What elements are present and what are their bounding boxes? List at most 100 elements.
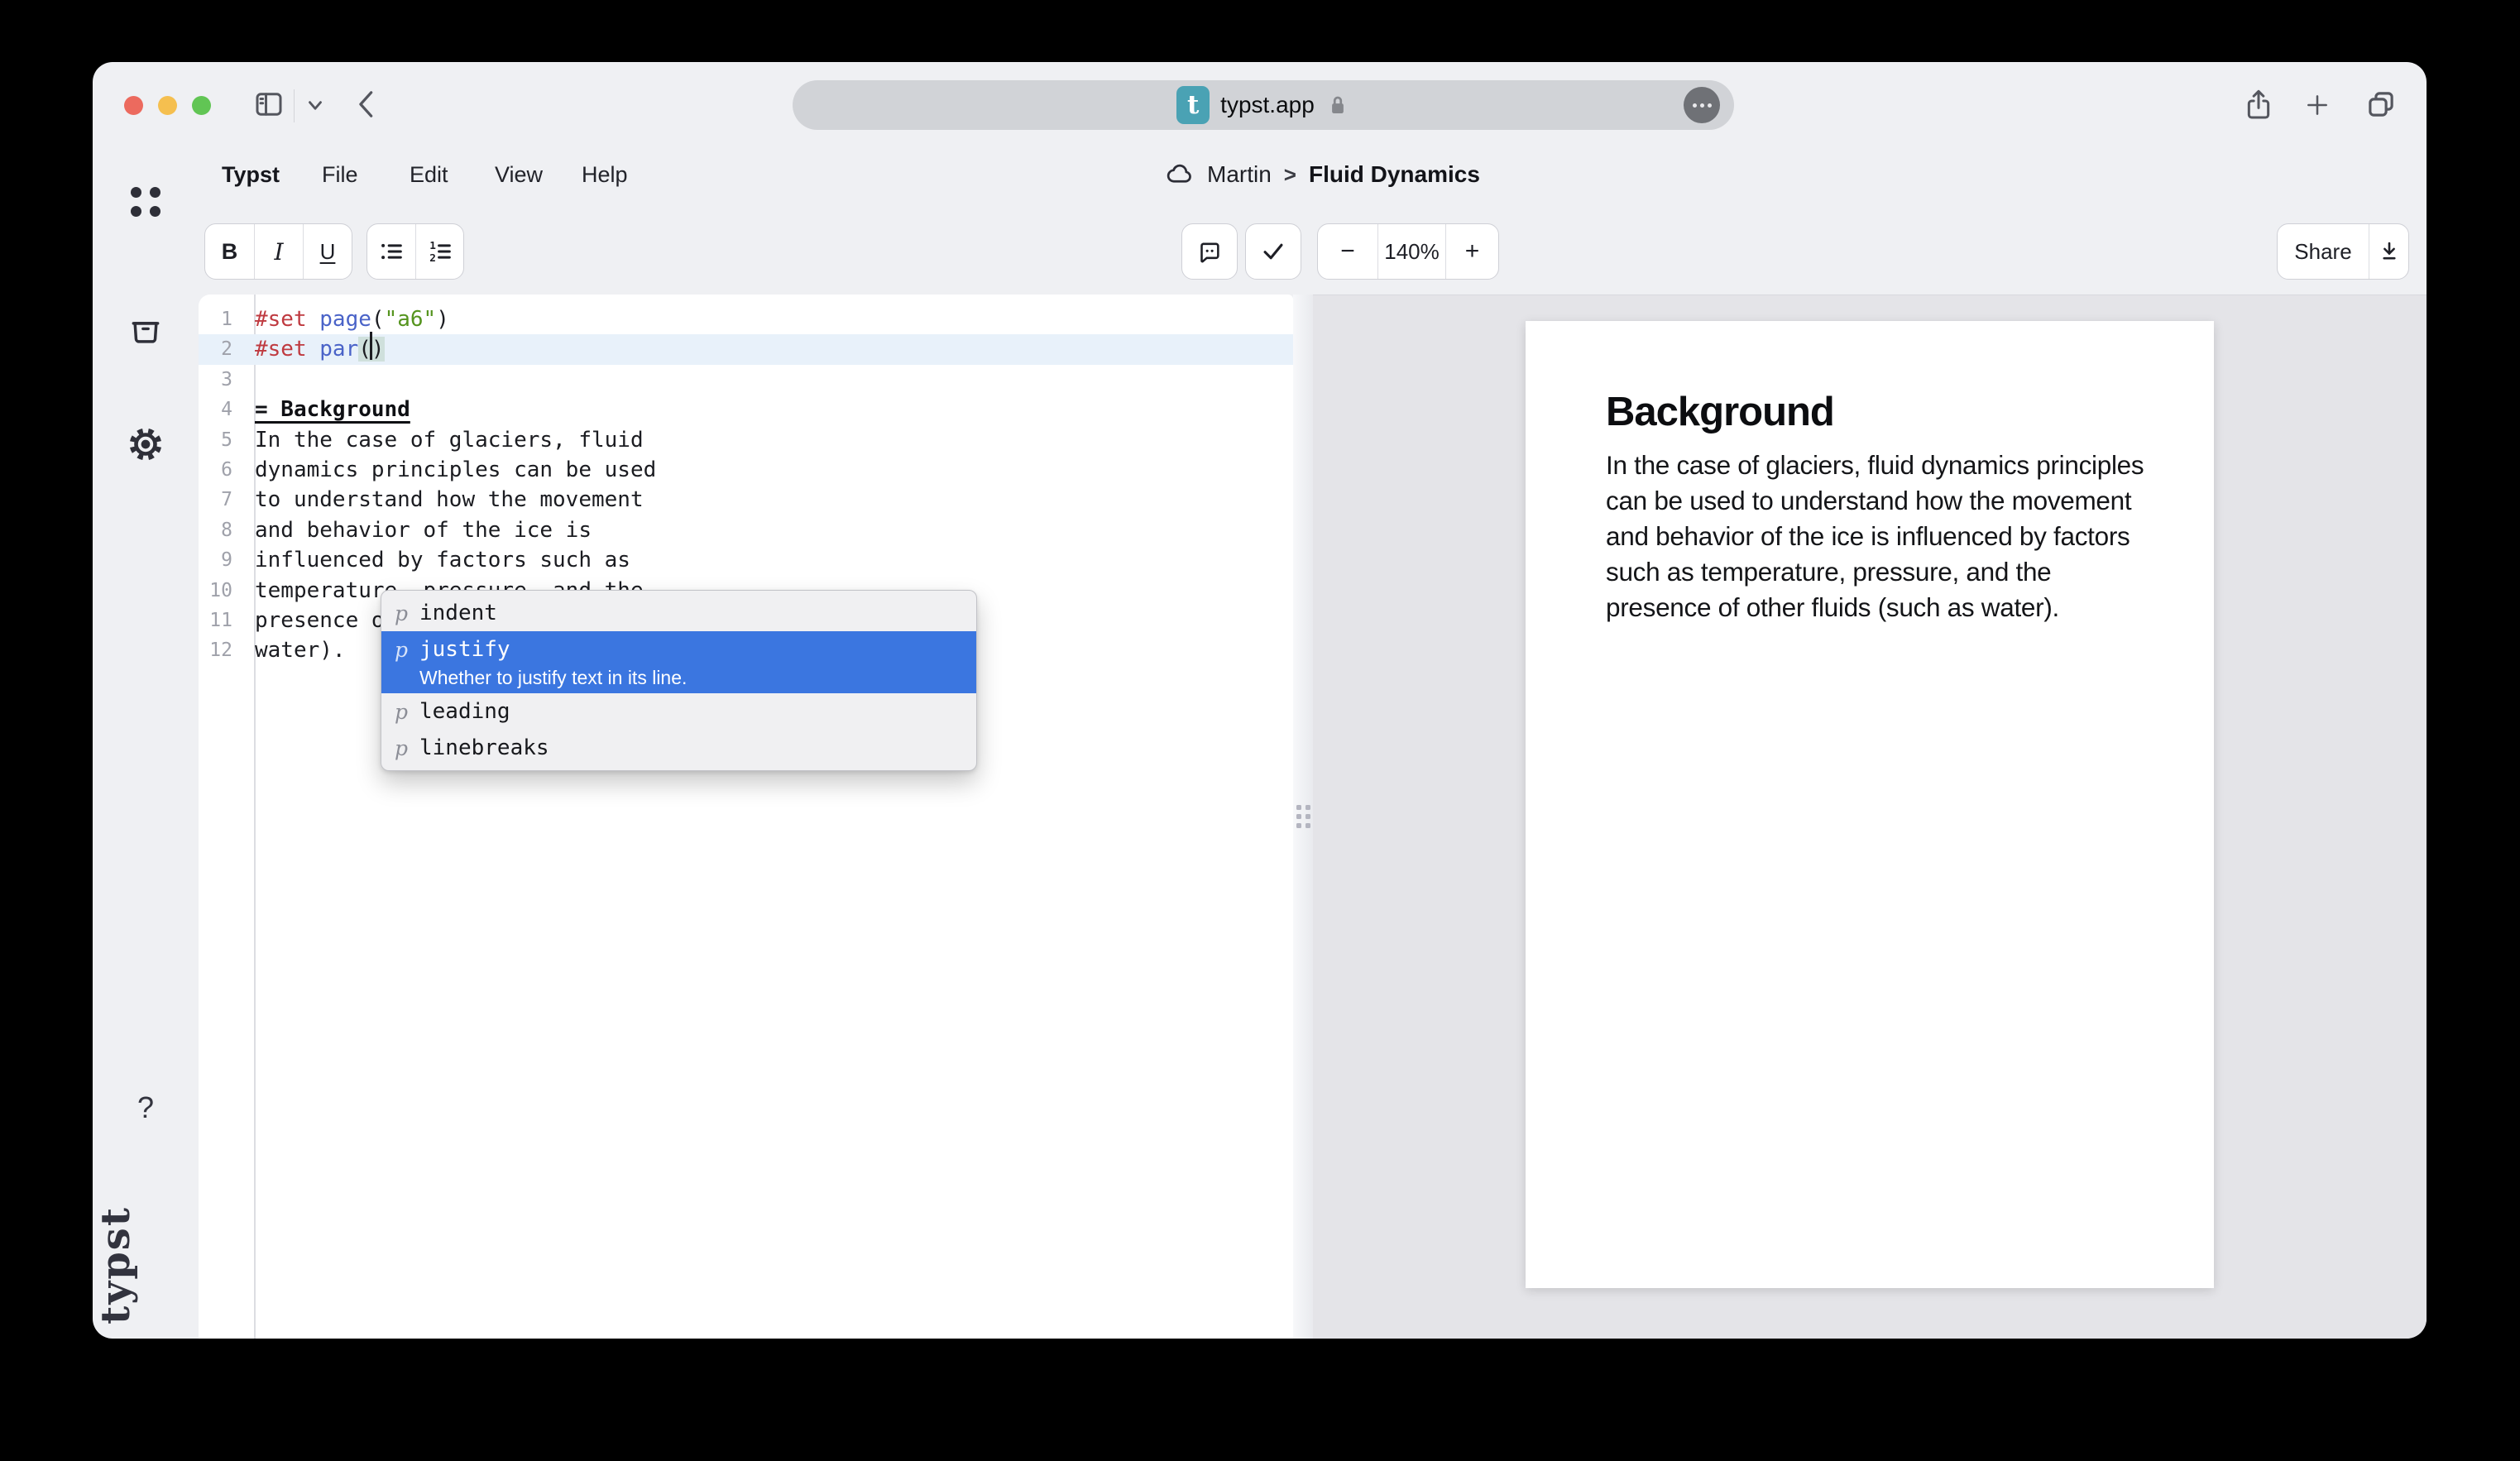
line-number: 8 — [199, 515, 244, 545]
pane-resizer[interactable] — [1293, 295, 1313, 1339]
share-group: Share — [2277, 223, 2409, 280]
comment-group — [1181, 223, 1238, 280]
close-window-button[interactable] — [124, 96, 143, 115]
tab-overview-button[interactable] — [2364, 87, 2398, 122]
menu-item-typst[interactable]: Typst — [222, 162, 280, 188]
autocomplete-option[interactable]: pindent — [381, 595, 976, 631]
main-area: 1 #set page("a6")2#set par()34= Backgroun… — [93, 295, 2427, 1339]
code-segment: water). — [255, 638, 346, 663]
option-label: linebreaks — [419, 733, 549, 763]
code-segment: par — [319, 337, 358, 362]
bullet-list-button[interactable] — [367, 224, 415, 279]
cloud-icon — [1165, 160, 1195, 189]
line-number: 10 — [199, 576, 244, 606]
check-group — [1245, 223, 1301, 280]
option-kind: p — [395, 700, 419, 724]
share-button[interactable]: Share — [2278, 224, 2369, 279]
breadcrumb-separator-icon: > — [1284, 162, 1296, 188]
code-segment: dynamics principles can be used — [255, 457, 656, 482]
line-number: 12 — [199, 635, 244, 665]
url-text: typst.app — [1220, 92, 1315, 118]
grip-icon — [1296, 805, 1310, 828]
autocomplete-option[interactable]: pleading — [381, 693, 976, 730]
line-number: 11 — [199, 606, 244, 635]
code-line[interactable]: 8and behavior of the ice is — [199, 515, 1293, 545]
site-favicon: t — [1176, 86, 1210, 124]
comment-button[interactable] — [1182, 224, 1237, 279]
breadcrumb: Martin > Fluid Dynamics — [1165, 160, 1480, 189]
line-number: 5 — [199, 425, 244, 455]
numbered-list-button[interactable]: 1 2 — [415, 224, 463, 279]
plus-icon — [2304, 92, 2331, 118]
code-line[interactable]: 3 — [199, 365, 1293, 395]
sidebar-toggle-button[interactable] — [252, 87, 286, 122]
download-button[interactable] — [2369, 224, 2408, 279]
code-segment: "a6" — [385, 307, 437, 332]
text-style-group: B I U — [204, 223, 352, 280]
code-line[interactable]: 9influenced by factors such as — [199, 545, 1293, 575]
code-line[interactable]: 6 dynamics principles can be used — [199, 455, 1293, 485]
code-segment — [307, 337, 320, 362]
check-button[interactable] — [1246, 224, 1301, 279]
bold-button[interactable]: B — [205, 224, 254, 279]
menu-item-file[interactable]: File — [322, 162, 358, 188]
underline-button[interactable]: U — [303, 224, 352, 279]
apps-grid-button[interactable] — [93, 187, 199, 217]
dots-grid-icon — [131, 187, 160, 217]
code-segment: ( — [371, 307, 385, 332]
option-description: Whether to justify text in its line. — [419, 665, 687, 690]
code-line[interactable]: 2#set par() — [199, 334, 1293, 364]
url-bar[interactable]: t typst.app — [793, 80, 1734, 130]
menu-item-view[interactable]: View — [495, 162, 543, 188]
browser-chrome: t typst.app — [93, 62, 2427, 147]
toolbar: B I U 1 2 — [93, 209, 2427, 295]
app-header: Typst File Edit View Help Martin > Fluid… — [93, 147, 2427, 209]
italic-button[interactable]: I — [254, 224, 303, 279]
check-icon — [1259, 237, 1287, 266]
screenshot-canvas: t typst.app — [0, 0, 2520, 1461]
ellipsis-icon — [1693, 103, 1697, 108]
breadcrumb-workspace[interactable]: Martin — [1207, 161, 1272, 188]
share-icon — [2242, 87, 2275, 123]
document-paragraph: In the case of glaciers, fluid dynamics … — [1606, 448, 2152, 625]
autocomplete-option[interactable]: pjustifyWhether to justify text in its l… — [381, 631, 976, 693]
code-line[interactable]: 7to understand how the movement — [199, 485, 1293, 515]
sidebar-options-button[interactable] — [304, 97, 326, 115]
code-segment — [307, 307, 320, 332]
code-segment: #set — [255, 307, 307, 332]
document-heading: Background — [1606, 389, 2141, 435]
code-editor[interactable]: 1 #set page("a6")2#set par()34= Backgroun… — [199, 295, 1293, 1339]
option-kind: p — [395, 736, 419, 760]
autocomplete-popup: pindentpjustifyWhether to justify text i… — [381, 590, 977, 771]
menu-item-edit[interactable]: Edit — [410, 162, 448, 188]
download-icon — [2377, 239, 2402, 264]
new-tab-button[interactable] — [2304, 92, 2331, 118]
code-line[interactable]: 1 #set page("a6") — [199, 304, 1293, 334]
breadcrumb-document-title[interactable]: Fluid Dynamics — [1309, 161, 1480, 188]
code-segment: ) — [371, 337, 385, 362]
code-line[interactable]: 5In the case of glaciers, fluid — [199, 425, 1293, 455]
numbered-list-icon: 1 2 — [426, 237, 454, 266]
zoom-in-button[interactable]: + — [1445, 224, 1498, 279]
line-number: 6 — [199, 455, 244, 485]
fullscreen-window-button[interactable] — [192, 96, 211, 115]
share-window-button[interactable] — [2242, 87, 2275, 123]
code-segment: page — [319, 307, 371, 332]
zoom-group: − 140% + — [1317, 223, 1499, 280]
svg-text:2: 2 — [429, 252, 436, 265]
autocomplete-option[interactable]: plinebreaks — [381, 730, 976, 766]
line-number: 1 — [199, 304, 244, 334]
tabs-icon — [2364, 87, 2398, 122]
code-line[interactable]: 4= Background — [199, 395, 1293, 424]
minimize-window-button[interactable] — [158, 96, 177, 115]
back-button[interactable] — [352, 85, 381, 123]
option-label: indent — [419, 598, 497, 628]
code-segment: ) — [436, 307, 449, 332]
menu-item-help[interactable]: Help — [582, 162, 628, 188]
page-settings-button[interactable] — [1684, 87, 1720, 123]
zoom-level[interactable]: 140% — [1377, 224, 1445, 279]
code-segment: #set — [255, 337, 307, 362]
preview-pane[interactable]: Background In the case of glaciers, flui… — [1313, 295, 2427, 1339]
chrome-divider — [294, 89, 295, 122]
zoom-out-button[interactable]: − — [1318, 224, 1377, 279]
